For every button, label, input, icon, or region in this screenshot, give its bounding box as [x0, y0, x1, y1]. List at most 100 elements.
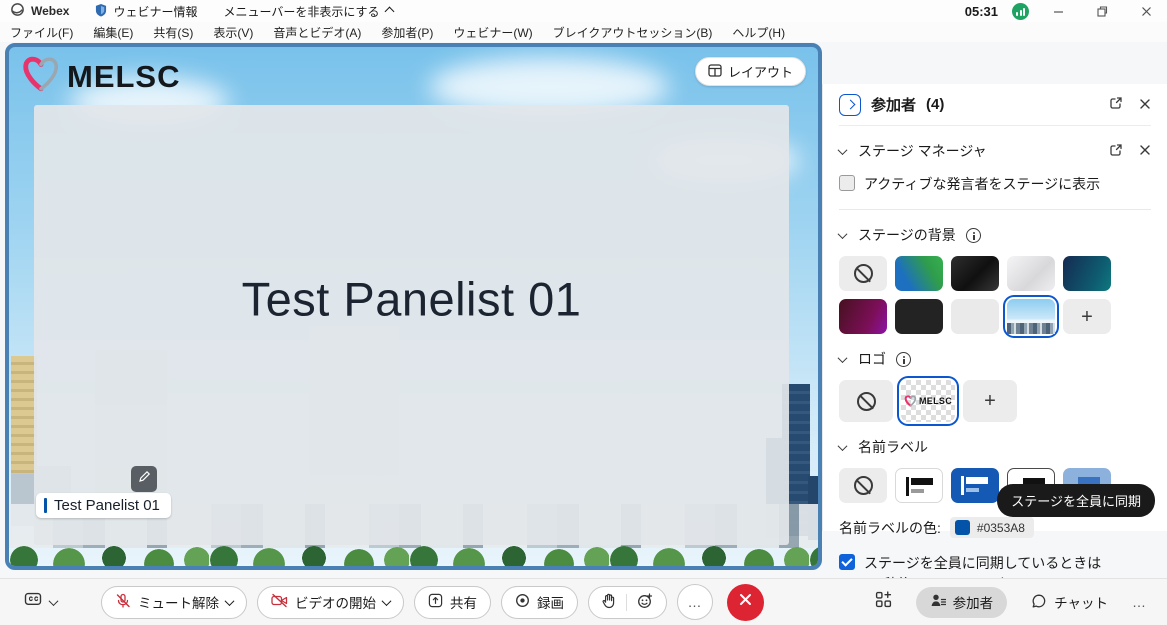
connection-quality-icon[interactable] — [1012, 3, 1029, 20]
chevron-up-icon — [384, 6, 394, 16]
logo-swatch-grid: MELSC + — [839, 380, 1151, 422]
camera-off-icon — [271, 593, 288, 611]
menu-item-share[interactable]: 共有(S) — [153, 24, 193, 41]
reactions-smiley-icon[interactable] — [637, 593, 653, 612]
leave-meeting-button[interactable] — [727, 584, 764, 621]
none-icon — [854, 476, 873, 495]
info-icon[interactable] — [896, 352, 911, 367]
background-swatch-city-photo-selected[interactable] — [1007, 299, 1055, 334]
chevron-down-icon[interactable] — [49, 596, 59, 606]
record-icon — [515, 593, 530, 611]
unmute-button[interactable]: ミュート解除 — [101, 586, 247, 619]
menu-item-audio-video[interactable]: 音声とビデオ(A) — [273, 24, 361, 41]
chat-button-label: チャット — [1054, 592, 1108, 612]
background-swatch-light-gray[interactable] — [951, 299, 999, 334]
stage-manager-header[interactable]: ステージ マネージャ — [839, 141, 1151, 161]
stage-brand-logo: MELSC — [21, 55, 181, 98]
meeting-control-bar: ミュート解除 ビデオの開始 共有 録画 — [0, 578, 1167, 625]
hide-menubar-label: メニューバーを非表示にする — [223, 3, 379, 20]
menu-item-file[interactable]: ファイル(F) — [10, 24, 73, 41]
webinar-info-button[interactable]: ウェビナー情報 — [95, 3, 197, 20]
background-swatch-dark-wave[interactable] — [951, 256, 999, 291]
participants-toggle-button[interactable]: 参加者 — [916, 587, 1008, 618]
participants-icon — [930, 593, 946, 611]
closed-captions-icon — [24, 592, 42, 612]
divider — [626, 594, 627, 611]
chevron-down-icon — [838, 441, 848, 451]
menu-item-breakout[interactable]: ブレイクアウトセッション(B) — [553, 24, 713, 41]
info-icon[interactable] — [966, 228, 981, 243]
sync-stage-button[interactable]: ステージを全員に同期 — [997, 484, 1155, 517]
start-video-button[interactable]: ビデオの開始 — [257, 586, 404, 619]
name-label-color-picker[interactable]: #0353A8 — [950, 517, 1034, 538]
sync-fade-checkbox[interactable] — [839, 554, 855, 570]
menu-item-edit[interactable]: 編集(E) — [93, 24, 133, 41]
share-button-label: 共有 — [450, 592, 477, 612]
chevron-down-icon[interactable] — [382, 596, 392, 606]
background-swatch-none[interactable] — [839, 256, 887, 291]
collapse-panel-button[interactable] — [839, 94, 861, 116]
chat-button[interactable]: チャット — [1031, 592, 1108, 612]
close-stage-manager-icon[interactable] — [1139, 143, 1151, 159]
more-options-button[interactable]: … — [677, 584, 713, 620]
menu-item-participants[interactable]: 参加者(P) — [381, 24, 433, 41]
minimize-button[interactable] — [1043, 1, 1073, 21]
logo-swatch-none[interactable] — [839, 380, 893, 422]
restore-button[interactable] — [1087, 1, 1117, 21]
brand-logo-text: MELSC — [67, 59, 181, 95]
background-swatch-add[interactable]: + — [1063, 299, 1111, 334]
background-section-header[interactable]: ステージの背景 — [839, 225, 1151, 245]
none-icon — [857, 392, 876, 411]
name-label-swatch-blue-filled[interactable] — [951, 468, 999, 503]
app-menu-bar: ファイル(F) 編集(E) 共有(S) 表示(V) 音声とビデオ(A) 参加者(… — [0, 22, 1167, 42]
add-icon: + — [1081, 307, 1093, 327]
participants-count: (4) — [926, 96, 944, 113]
menu-item-webinar[interactable]: ウェビナー(W) — [453, 24, 532, 41]
melsc-mini-logo-text: MELSC — [919, 396, 952, 406]
background-swatch-magenta[interactable] — [839, 299, 887, 334]
share-button[interactable]: 共有 — [414, 586, 491, 619]
reactions-group — [588, 586, 667, 619]
raise-hand-icon[interactable] — [602, 593, 616, 612]
name-label-section-header[interactable]: 名前ラベル — [839, 437, 1151, 457]
popout-panel-icon[interactable] — [1109, 96, 1123, 113]
popout-stage-manager-icon[interactable] — [1109, 143, 1123, 160]
shield-icon — [95, 3, 107, 20]
close-panel-icon[interactable] — [1139, 97, 1151, 113]
closed-captions-button[interactable] — [24, 592, 57, 612]
background-swatch-navy-teal[interactable] — [1063, 256, 1111, 291]
close-window-button[interactable] — [1131, 1, 1161, 21]
logo-section-header[interactable]: ロゴ — [839, 349, 1151, 369]
record-button-label: 録画 — [537, 592, 564, 612]
hide-menubar-button[interactable]: メニューバーを非表示にする — [223, 3, 392, 20]
layout-grid-icon — [708, 64, 722, 80]
logo-section-title: ロゴ — [858, 349, 886, 369]
stage-manager-title: ステージ マネージャ — [858, 141, 987, 161]
background-swatch-blue-green[interactable] — [895, 256, 943, 291]
logo-swatch-add[interactable]: + — [963, 380, 1017, 422]
none-icon — [854, 264, 873, 283]
background-swatch-white-silk[interactable] — [1007, 256, 1055, 291]
layout-button-label: レイアウト — [728, 62, 793, 81]
background-swatch-charcoal[interactable] — [895, 299, 943, 334]
show-active-speaker-checkbox[interactable] — [839, 175, 855, 191]
menu-item-help[interactable]: ヘルプ(H) — [732, 24, 785, 41]
melsc-heart-icon — [21, 55, 61, 98]
layout-button[interactable]: レイアウト — [695, 57, 806, 86]
webinar-info-label: ウェビナー情報 — [113, 3, 197, 20]
participants-panel-header: 参加者 (4) — [839, 84, 1151, 126]
more-panels-button[interactable]: … — [1132, 594, 1147, 610]
leave-x-icon — [739, 593, 752, 611]
name-label-color-row: 名前ラベルの色: #0353A8 — [839, 517, 1151, 538]
menu-item-view[interactable]: 表示(V) — [213, 24, 253, 41]
edit-name-label-button[interactable] — [131, 466, 157, 492]
chevron-down-icon[interactable] — [225, 596, 235, 606]
record-button[interactable]: 録画 — [501, 586, 578, 619]
apps-icon[interactable] — [875, 591, 892, 613]
logo-swatch-melsc-selected[interactable]: MELSC — [901, 380, 955, 422]
chat-bubble-icon — [1031, 593, 1047, 612]
color-swatch-blue — [955, 520, 970, 535]
name-label-swatch-accent-bar-selected[interactable] — [895, 468, 943, 503]
webex-logo-icon — [10, 2, 25, 20]
name-label-swatch-none[interactable] — [839, 468, 887, 503]
